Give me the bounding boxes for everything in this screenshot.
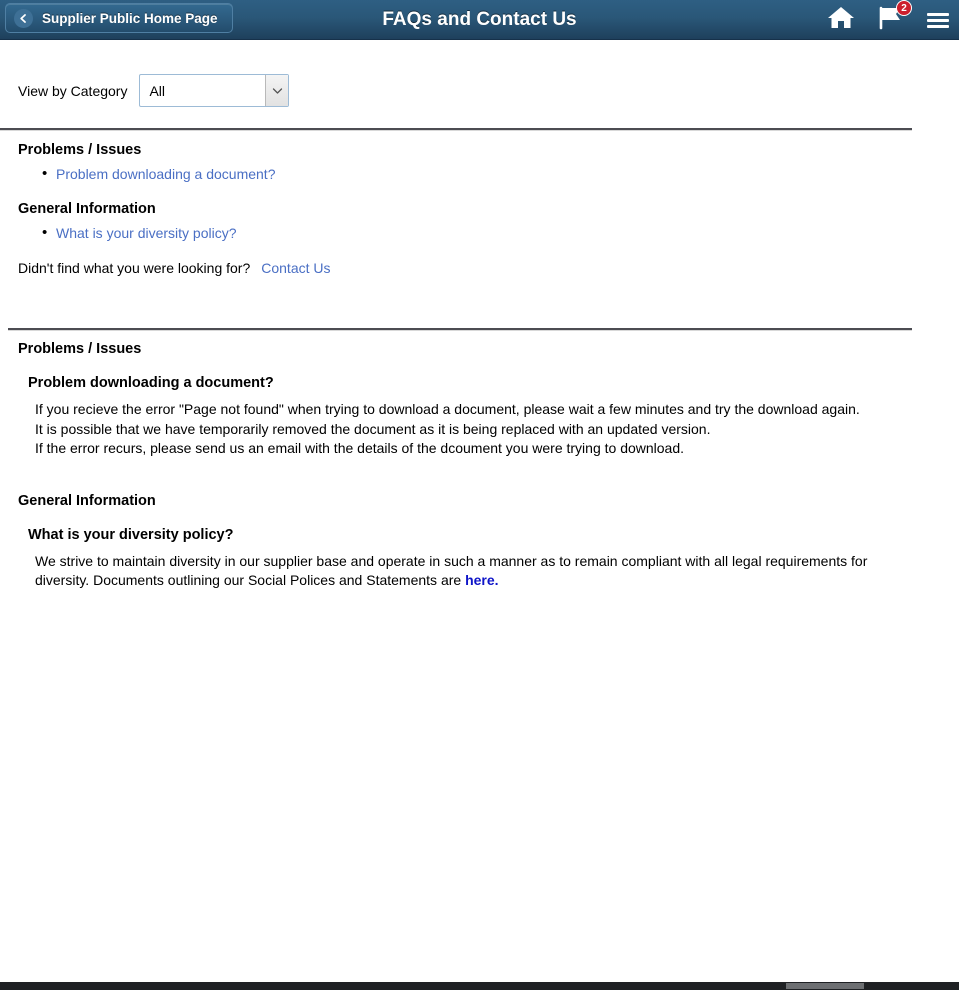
header-icon-group: 2 xyxy=(827,0,949,40)
not-found-text: Didn't find what you were looking for? xyxy=(18,260,251,276)
list-item: Problem downloading a document? xyxy=(42,161,898,187)
answer-line: It is possible that we have temporarily … xyxy=(35,420,711,437)
category-filter: View by Category All xyxy=(18,74,290,107)
divider-top xyxy=(0,128,912,131)
answer-group: Problems / Issues Problem downloading a … xyxy=(18,341,898,459)
footer-bar xyxy=(0,982,959,990)
back-button[interactable]: Supplier Public Home Page xyxy=(5,3,233,33)
answer-question-heading: What is your diversity policy? xyxy=(28,526,234,543)
hamburger-menu-icon[interactable] xyxy=(927,10,949,31)
home-icon[interactable] xyxy=(827,5,855,35)
flag-icon[interactable]: 2 xyxy=(877,0,912,35)
answer-body: If you recieve the error "Page not found… xyxy=(35,400,898,459)
index-category-heading: General Information xyxy=(18,201,156,217)
answer-group-spacer xyxy=(18,483,898,493)
not-found-row: Didn't find what you were looking for? C… xyxy=(18,260,898,276)
index-question-link[interactable]: Problem downloading a document? xyxy=(56,166,275,182)
index-category-heading: Problems / Issues xyxy=(18,142,142,158)
back-button-label: Supplier Public Home Page xyxy=(42,10,218,26)
divider-middle xyxy=(8,328,912,331)
answer-paragraph: We strive to maintain diversity in our s… xyxy=(35,552,898,591)
category-select[interactable]: All xyxy=(139,74,290,107)
app-header: Supplier Public Home Page FAQs and Conta… xyxy=(0,0,959,40)
faq-index: Problems / Issues Problem downloading a … xyxy=(18,142,898,276)
index-question-list: What is your diversity policy? xyxy=(18,220,898,246)
category-select-value: All xyxy=(149,82,166,99)
here-link[interactable]: here. xyxy=(465,572,498,588)
answer-category-heading: General Information xyxy=(18,492,156,509)
index-question-list: Problem downloading a document? xyxy=(18,161,898,187)
index-category-group: General Information What is your diversi… xyxy=(18,201,898,246)
answer-category-heading: Problems / Issues xyxy=(18,341,142,357)
answer-line: If the error recurs, please send us an e… xyxy=(35,440,685,456)
contact-us-link[interactable]: Contact Us xyxy=(261,260,330,276)
answer-question-heading: Problem downloading a document? xyxy=(28,375,274,391)
list-item: What is your diversity policy? xyxy=(42,220,898,246)
answer-line: If you recieve the error "Page not found… xyxy=(35,401,860,417)
chevron-down-icon[interactable] xyxy=(265,75,289,106)
horizontal-scrollbar-thumb[interactable] xyxy=(786,983,864,989)
notification-badge: 2 xyxy=(896,0,912,16)
index-category-group: Problems / Issues Problem downloading a … xyxy=(18,142,898,187)
answer-body: We strive to maintain diversity in our s… xyxy=(35,552,898,591)
answer-group: General Information What is your diversi… xyxy=(18,493,898,591)
category-filter-label: View by Category xyxy=(18,82,128,99)
index-question-link[interactable]: What is your diversity policy? xyxy=(56,225,237,241)
faq-answers: Problems / Issues Problem downloading a … xyxy=(18,341,898,615)
answer-text: We strive to maintain diversity in our s… xyxy=(35,552,868,589)
chevron-left-icon xyxy=(14,8,33,28)
